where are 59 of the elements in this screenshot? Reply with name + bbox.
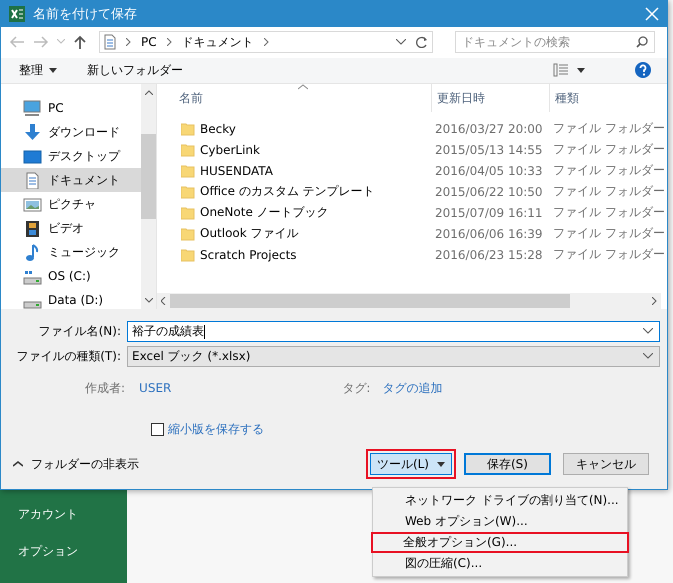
- new-folder-button[interactable]: 新しいフォルダー: [87, 62, 183, 79]
- menu-item[interactable]: 全般オプション(G)...: [371, 532, 629, 553]
- backstage-item[interactable]: アカウント: [0, 505, 127, 542]
- modified-date: 2015/07/09 16:11: [434, 206, 544, 220]
- file-name-field[interactable]: 裕子の成績表: [127, 320, 660, 342]
- file-name[interactable]: OneNote ノートブック: [200, 204, 329, 222]
- sidebar-item[interactable]: Data (D:): [1, 288, 141, 312]
- modified-date: 2016/06/23 15:28: [434, 248, 544, 262]
- column-header[interactable]: 種類: [549, 84, 667, 112]
- file-type: ファイル フォルダー: [552, 204, 665, 222]
- organize-button[interactable]: 整理: [19, 62, 57, 79]
- breadcrumb-item[interactable]: PC: [141, 35, 157, 50]
- search-field[interactable]: ドキュメントの検索: [455, 31, 655, 54]
- sidebar-item[interactable]: ミュージック: [1, 240, 141, 264]
- column-header[interactable]: 名前: [177, 84, 431, 112]
- field-label: ファイル名(N):: [38, 322, 122, 340]
- modified-date: 2016/04/05 10:33: [434, 164, 544, 178]
- sidebar-item[interactable]: ダウンロード: [1, 120, 141, 144]
- column-header[interactable]: 更新日時: [431, 84, 549, 112]
- field-label: タグ:: [342, 380, 370, 397]
- sidebar-item[interactable]: ビデオ: [1, 216, 141, 240]
- file-name[interactable]: Becky: [200, 122, 236, 136]
- file-type: ファイル フォルダー: [552, 162, 665, 180]
- menu-item[interactable]: ネットワーク ドライブの割り当て(N)...: [373, 490, 627, 511]
- file-type: ファイル フォルダー: [552, 141, 665, 158]
- file-name[interactable]: Outlook ファイル: [200, 225, 299, 242]
- tags-link[interactable]: タグの追加: [382, 380, 442, 397]
- sidebar-item[interactable]: ドキュメント: [1, 168, 141, 192]
- sidebar-item[interactable]: PC: [1, 96, 141, 120]
- file-name[interactable]: CyberLink: [200, 142, 260, 157]
- file-name[interactable]: Office のカスタム テンプレート: [200, 183, 375, 200]
- sidebar-item[interactable]: ピクチャ: [1, 192, 141, 216]
- window-title: 名前を付けて保存: [33, 6, 138, 23]
- save-button[interactable]: 保存(S): [464, 453, 551, 476]
- checkbox-label[interactable]: 縮小版を保存する: [168, 420, 264, 438]
- cancel-button[interactable]: キャンセル: [563, 453, 649, 476]
- modified-date: 2016/06/06 16:39: [434, 226, 544, 241]
- menu-item[interactable]: 図の圧縮(C)...: [373, 553, 627, 574]
- file-type: ファイル フォルダー: [552, 246, 665, 264]
- tools-button[interactable]: ツール(L): [370, 453, 452, 476]
- sidebar-item[interactable]: OS (C:): [1, 264, 141, 288]
- modified-date: 2015/05/13 14:55: [434, 142, 544, 157]
- hide-folders-button[interactable]: フォルダーの非表示: [13, 456, 139, 473]
- file-type: ファイル フォルダー: [552, 225, 665, 242]
- file-name[interactable]: Scratch Projects: [200, 248, 297, 262]
- breadcrumb-item[interactable]: ドキュメント: [182, 34, 254, 51]
- file-type: ファイル フォルダー: [552, 120, 665, 138]
- author-link[interactable]: USER: [139, 381, 172, 396]
- sidebar-item[interactable]: デスクトップ: [1, 144, 141, 168]
- modified-date: 2016/03/27 20:00: [434, 122, 544, 136]
- file-type-dropdown[interactable]: Excel ブック (*.xlsx): [127, 346, 660, 367]
- backstage-item[interactable]: オプション: [0, 542, 127, 579]
- file-name[interactable]: HUSENDATA: [200, 164, 273, 178]
- modified-date: 2015/06/22 10:50: [434, 184, 544, 199]
- field-label: ファイルの種類(T):: [15, 348, 122, 365]
- address-bar[interactable]: PC ドキュメント: [99, 31, 433, 54]
- file-type: ファイル フォルダー: [552, 183, 665, 200]
- field-label: 作成者:: [85, 380, 126, 397]
- menu-item[interactable]: Web オプション(W)...: [373, 511, 627, 532]
